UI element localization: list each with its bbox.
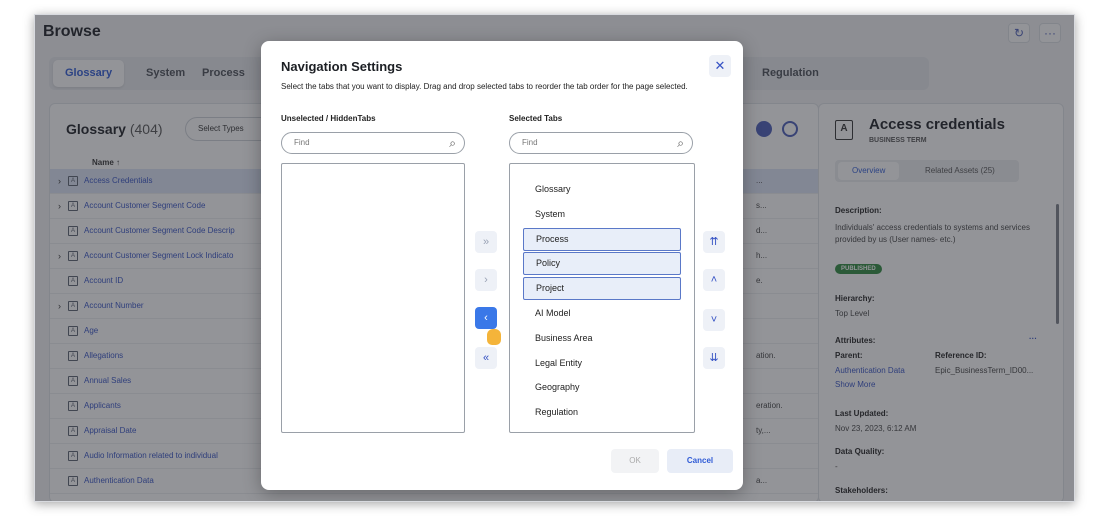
selected-tab-item[interactable]: Legal Entity [523,352,681,375]
unselected-find-placeholder: Find [294,138,310,147]
selected-tab-item[interactable]: System [523,203,681,226]
navigation-settings-dialog: Navigation Settings ✕ Select the tabs th… [261,41,743,490]
selected-tabs-label: Selected Tabs [509,114,563,123]
unselected-tabs-list[interactable] [281,163,465,433]
move-left-icon[interactable]: ‹ [475,307,497,329]
move-to-bottom-icon[interactable]: ⇊ [703,347,725,369]
selected-tab-item[interactable]: Geography [523,376,681,399]
selected-tab-item[interactable]: Process [523,227,681,251]
close-icon[interactable]: ✕ [709,55,731,77]
search-icon: ⌕ [677,136,684,150]
move-all-left-icon[interactable]: « [475,347,497,369]
search-icon: ⌕ [449,136,456,150]
ok-button[interactable]: OK [611,449,659,473]
unselected-find-input[interactable]: Find ⌕ [281,132,465,154]
app-frame: Browse ↻ ··· Glossary System Process Reg… [34,14,1075,502]
selected-find-placeholder: Find [522,138,538,147]
move-right-icon[interactable]: › [475,269,497,291]
cancel-button[interactable]: Cancel [667,449,733,473]
move-to-top-icon[interactable]: ⇈ [703,231,725,253]
selected-tab-item[interactable]: Policy [523,252,681,276]
selected-tab-item[interactable]: AI Model [523,302,681,325]
selected-tab-item[interactable]: Regulation [523,401,681,424]
move-all-right-icon[interactable]: » [475,231,497,253]
dialog-description: Select the tabs that you want to display… [281,82,688,91]
move-down-icon[interactable]: ˅ [703,309,725,331]
unselected-tabs-label: Unselected / HiddenTabs [281,114,376,123]
selected-find-input[interactable]: Find ⌕ [509,132,693,154]
selected-tab-item[interactable]: Business Area [523,327,681,350]
selected-tab-item[interactable]: Project [523,277,681,301]
dialog-title: Navigation Settings [281,59,403,74]
hand-cursor-icon [487,329,501,345]
selected-tabs-list[interactable]: Glossary System Process Policy Project AI Mod… [509,163,695,433]
move-up-icon[interactable]: ˄ [703,269,725,291]
selected-tab-item[interactable]: Glossary [523,178,681,201]
